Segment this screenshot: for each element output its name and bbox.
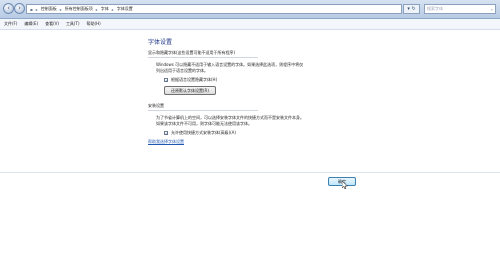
title-bar: ‹ › ▪ ▸ 控制面板 ▸ 所有控制面板项 ▸ 字体 ▸ 字体设置 ▾ ↻ 搜… (0, 0, 500, 19)
allow-shortcuts-checkbox[interactable]: ✓ (164, 131, 168, 136)
breadcrumb-fonts[interactable]: 字体 (101, 6, 109, 12)
hide-fonts-checkbox[interactable]: ✓ (164, 78, 168, 83)
breadcrumb-all-items[interactable]: 所有控制面板项 (65, 6, 93, 12)
back-button[interactable]: ‹ (3, 3, 14, 14)
mouse-cursor-icon (342, 181, 348, 189)
address-bar[interactable]: ▪ ▸ 控制面板 ▸ 所有控制面板项 ▸ 字体 ▸ 字体设置 (26, 4, 402, 14)
restore-defaults-button[interactable]: 还原默认字体设置(R) (164, 86, 216, 95)
section-show-hide-description: Windows 可以隐藏不适用于输入语言设置的字体。如果选择此选项，则程序中将仅… (156, 62, 304, 73)
divider (148, 110, 258, 111)
page-title: 字体设置 (148, 39, 173, 46)
section-install-description: 为了节省计算机上的空间，可以选择安装字体文件的快捷方式而不是安装文件本身。如果该… (156, 115, 304, 126)
allow-shortcuts-label[interactable]: 允许使用快捷方式安装字体(高级)(A) (171, 130, 236, 136)
menu-tools[interactable]: 工具(T) (66, 21, 80, 27)
address-dropdown-refresh[interactable]: ▾ ↻ (403, 4, 420, 14)
font-settings-panel: 字体设置 显示和隐藏字体(这些设置可能不适用于所有程序) Windows 可以隐… (148, 37, 348, 145)
menu-file[interactable]: 文件(F) (4, 21, 17, 27)
menu-edit[interactable]: 编辑(E) (24, 21, 38, 27)
divider (148, 57, 258, 58)
menu-bar: 文件(F) 编辑(E) 查看(V) 工具(T) 帮助(H) (0, 19, 500, 30)
menu-help[interactable]: 帮助(H) (87, 21, 101, 27)
section-install-title: 安装设置 (148, 103, 164, 108)
search-input[interactable]: 搜索字体 (427, 6, 443, 12)
help-choose-settings-link[interactable]: 帮助我选择字体设置 (148, 139, 184, 144)
search-icon: ⌕ (490, 6, 493, 12)
hide-fonts-option[interactable]: ✓ 根据语言设置隐藏字体(H) (164, 77, 348, 83)
hide-fonts-label[interactable]: 根据语言设置隐藏字体(H) (171, 77, 217, 83)
breadcrumb-font-settings[interactable]: 字体设置 (117, 6, 133, 12)
forward-button[interactable]: › (14, 3, 25, 14)
footer-divider (0, 172, 500, 173)
menu-view[interactable]: 查看(V) (45, 21, 59, 27)
search-box[interactable]: 搜索字体 ⌕ (424, 4, 496, 14)
allow-shortcuts-option[interactable]: ✓ 允许使用快捷方式安装字体(高级)(A) (164, 130, 348, 136)
section-show-hide-title: 显示和隐藏字体(这些设置可能不适用于所有程序) (148, 50, 236, 55)
address-folder-icon: ▪ (30, 6, 33, 12)
breadcrumb-control-panel[interactable]: 控制面板 (41, 6, 57, 12)
